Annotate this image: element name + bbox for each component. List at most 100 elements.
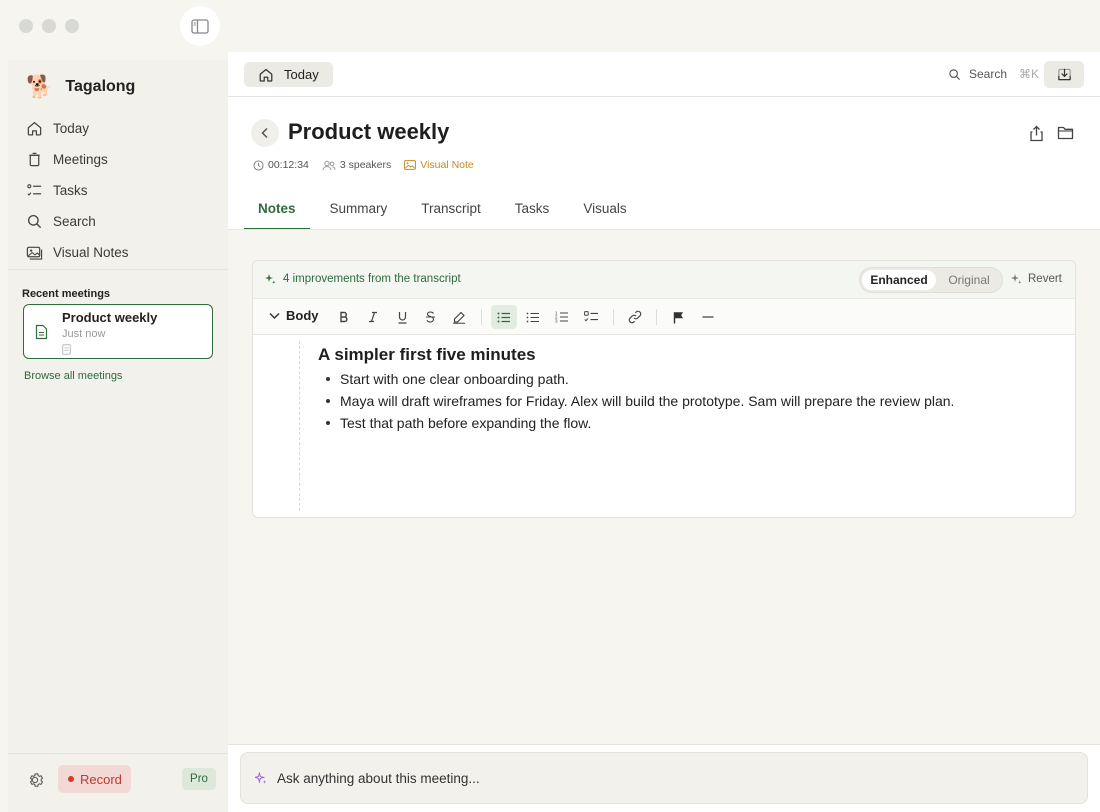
tagalong-logo-icon: 🐕 xyxy=(26,74,54,99)
duration-meta: 00:12:34 xyxy=(253,159,309,171)
strikethrough-icon xyxy=(425,311,435,323)
sidebar-item-meetings[interactable]: Meetings xyxy=(24,144,220,175)
formatting-toolbar: Body 123 xyxy=(253,299,1075,335)
numbered-list-icon: 123 xyxy=(555,311,568,323)
tab-notes[interactable]: Notes xyxy=(244,189,310,230)
list-item: Test that path before expanding the flow… xyxy=(318,414,954,436)
gear-icon[interactable] xyxy=(26,771,44,789)
note-heading: A simpler first five minutes xyxy=(318,345,536,364)
recent-meetings-title: Recent meetings xyxy=(22,288,111,300)
chevron-left-icon xyxy=(261,127,268,139)
window-minimize-button[interactable] xyxy=(42,19,56,33)
back-button[interactable] xyxy=(251,119,279,147)
ask-placeholder: Ask anything about this meeting... xyxy=(277,770,480,786)
flag-icon xyxy=(673,311,683,323)
underline-icon xyxy=(398,311,406,324)
users-icon xyxy=(322,160,336,170)
speakers-text: 3 speakers xyxy=(339,159,392,171)
sidebar: 🐕 Tagalong Today Meetings Tasks Search V… xyxy=(8,60,228,812)
global-search-button[interactable]: Search ⌘K xyxy=(948,67,1039,81)
numbered-list-button[interactable]: 123 xyxy=(549,305,575,329)
folder-icon[interactable] xyxy=(1057,125,1074,140)
sidebar-item-today[interactable]: Today xyxy=(24,113,220,144)
revert-label: Revert xyxy=(1028,273,1062,285)
sidebar-nav: Today Meetings Tasks Search Visual Notes xyxy=(24,113,220,268)
share-icon[interactable] xyxy=(1029,125,1044,142)
trash-can-icon xyxy=(29,152,40,167)
link-button[interactable] xyxy=(622,305,648,329)
sparkle-icon xyxy=(265,274,276,284)
app-name: Tagalong xyxy=(65,78,136,95)
sidebar-item-tasks[interactable]: Tasks xyxy=(24,175,220,206)
search-label: Search xyxy=(969,67,1008,81)
sparkle-icon xyxy=(255,771,267,784)
original-toggle-option[interactable]: Original xyxy=(938,270,1000,290)
sidebar-item-label: Search xyxy=(53,214,96,229)
chevron-down-icon xyxy=(269,312,280,319)
checklist-icon xyxy=(27,184,42,196)
breadcrumb-label: Today xyxy=(284,67,319,82)
main-panel: Today Search ⌘K Product weekly 00:12:34 … xyxy=(228,52,1100,812)
bold-button[interactable] xyxy=(331,305,357,329)
sidebar-toggle-button[interactable] xyxy=(180,6,220,46)
toolbar-separator xyxy=(481,309,482,325)
sidebar-item-label: Tasks xyxy=(53,183,88,198)
underline-button[interactable] xyxy=(389,305,415,329)
duration-text: 00:12:34 xyxy=(268,159,309,171)
import-button[interactable] xyxy=(1044,61,1084,88)
bullet-list-button[interactable] xyxy=(520,305,546,329)
tab-visuals[interactable]: Visuals xyxy=(569,189,640,230)
ask-meeting-input[interactable]: Ask anything about this meeting... xyxy=(240,752,1088,804)
tab-transcript[interactable]: Transcript xyxy=(407,189,495,230)
breadcrumb-today-button[interactable]: Today xyxy=(244,62,333,87)
sidebar-toggle-icon xyxy=(191,18,209,34)
version-toggle: Enhanced Original xyxy=(859,267,1003,293)
record-button[interactable]: Record xyxy=(58,765,131,793)
tab-summary[interactable]: Summary xyxy=(316,189,402,230)
record-label: Record xyxy=(80,771,122,787)
highlight-button[interactable] xyxy=(446,305,472,329)
tab-tasks[interactable]: Tasks xyxy=(501,189,564,230)
enhanced-toggle-option[interactable]: Enhanced xyxy=(862,270,936,290)
italic-icon xyxy=(369,311,377,323)
revert-button[interactable]: Revert xyxy=(1011,273,1062,285)
image-icon xyxy=(404,160,417,170)
improvements-text: 4 improvements from the transcript xyxy=(283,273,461,285)
window-close-button[interactable] xyxy=(19,19,33,33)
block-style-label: Body xyxy=(286,308,319,323)
tray-download-icon xyxy=(1057,68,1071,81)
recent-meeting-time: Just now xyxy=(62,328,106,340)
sidebar-item-label: Meetings xyxy=(53,152,108,167)
visual-note-text: Visual Note xyxy=(420,159,474,171)
checklist-button[interactable] xyxy=(578,305,604,329)
home-icon xyxy=(259,68,273,82)
sidebar-item-visual-notes[interactable]: Visual Notes xyxy=(24,237,220,268)
browse-all-meetings-link[interactable]: Browse all meetings xyxy=(24,370,122,382)
indent-guide xyxy=(299,341,300,511)
meeting-meta: 00:12:34 3 speakers Visual Note xyxy=(253,159,487,171)
improvements-bar: 4 improvements from the transcript Enhan… xyxy=(253,261,1075,299)
link-icon xyxy=(628,310,642,324)
top-bar: Today Search ⌘K xyxy=(228,52,1100,97)
search-icon xyxy=(949,68,960,80)
list-check-button[interactable] xyxy=(491,305,517,329)
window-maximize-button[interactable] xyxy=(65,19,79,33)
strikethrough-button[interactable] xyxy=(417,305,443,329)
italic-button[interactable] xyxy=(360,305,386,329)
toolbar-separator xyxy=(656,309,657,325)
block-style-dropdown[interactable]: Body xyxy=(269,308,319,323)
window-titlebar xyxy=(0,0,1100,52)
visual-note-link[interactable]: Visual Note xyxy=(404,159,474,171)
divider-button[interactable] xyxy=(695,305,721,329)
sidebar-item-label: Visual Notes xyxy=(53,245,129,260)
sidebar-item-search[interactable]: Search xyxy=(24,206,220,237)
note-document[interactable]: A simpler first five minutes Start with … xyxy=(253,335,1075,517)
recent-meeting-card[interactable]: Product weekly Just now xyxy=(23,304,213,359)
images-icon xyxy=(26,246,43,260)
checklist-icon xyxy=(583,311,598,322)
flag-button[interactable] xyxy=(666,305,692,329)
list-item: Start with one clear onboarding path. xyxy=(318,370,954,392)
document-icon xyxy=(35,324,48,340)
recent-meeting-title: Product weekly xyxy=(62,310,158,325)
note-small-icon xyxy=(62,344,71,355)
